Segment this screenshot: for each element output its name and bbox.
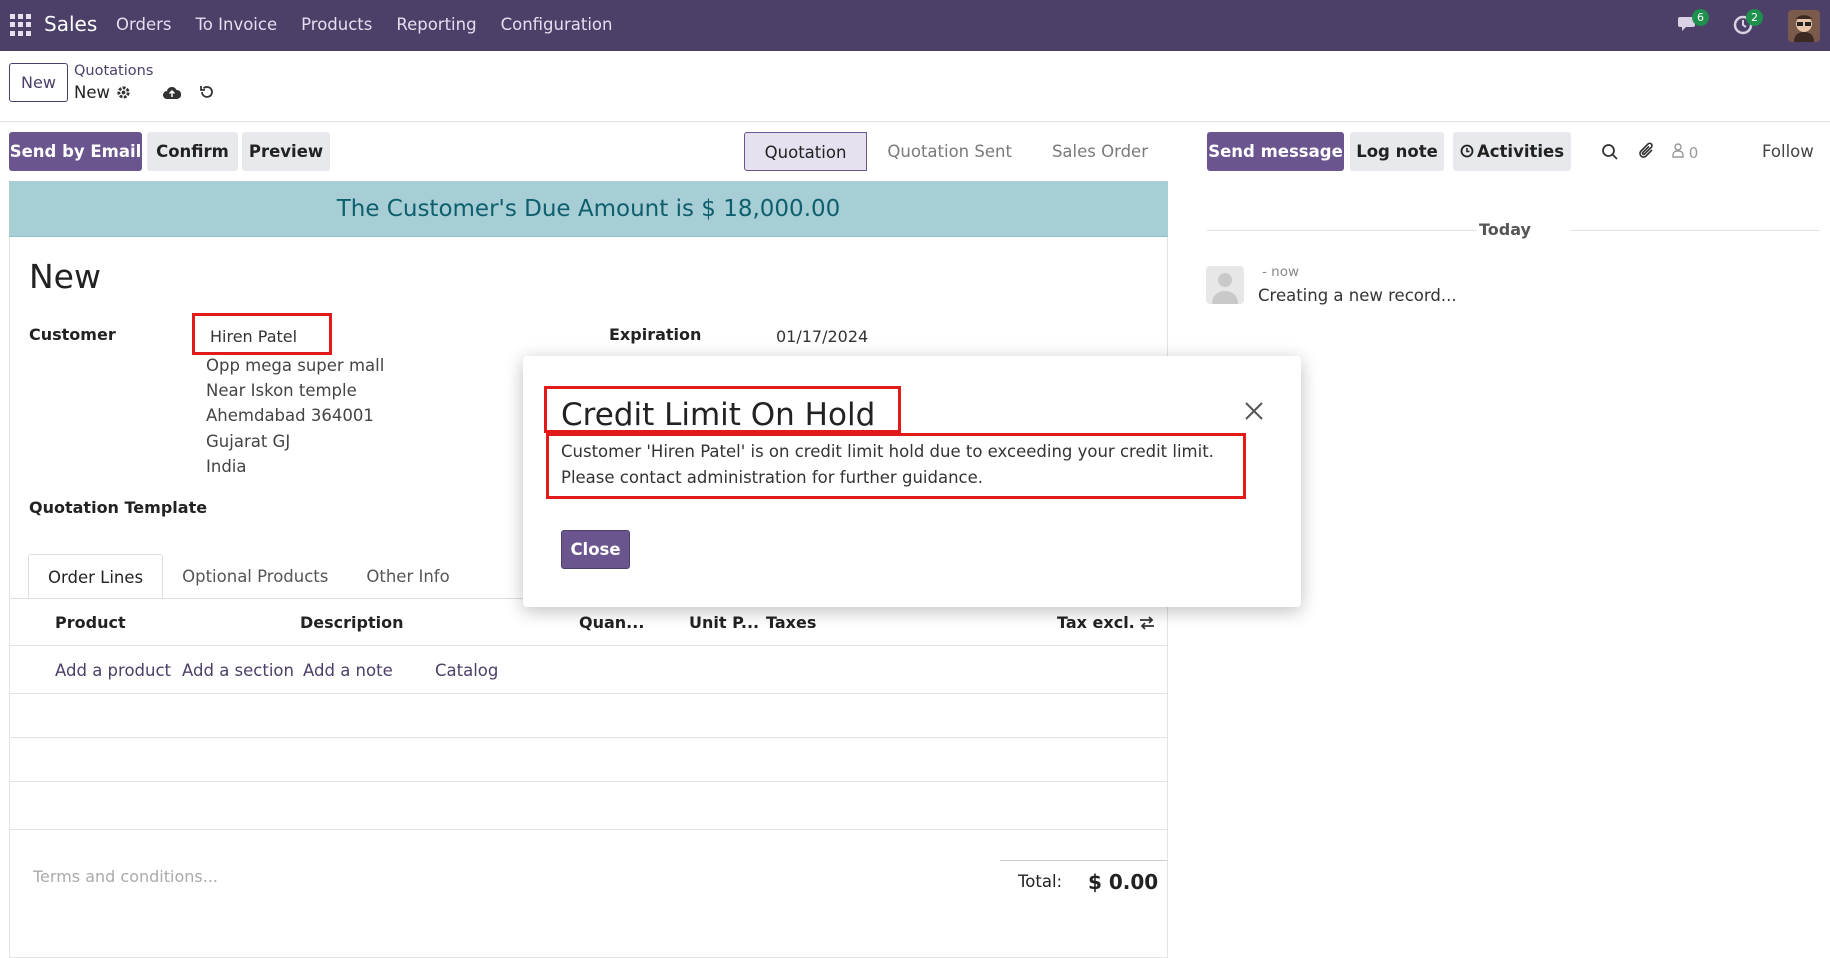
- col-quantity[interactable]: Quan...: [579, 613, 644, 632]
- add-product-link[interactable]: Add a product: [55, 661, 171, 680]
- due-amount-banner: The Customer's Due Amount is $ 18,000.00: [9, 181, 1168, 237]
- activities-clock-icon[interactable]: 2: [1732, 9, 1763, 36]
- dialog-title: Credit Limit On Hold: [561, 397, 876, 433]
- log-note-button[interactable]: Log note: [1350, 132, 1444, 171]
- terms-input[interactable]: Terms and conditions...: [33, 867, 218, 886]
- followers-button[interactable]: 0: [1672, 143, 1698, 162]
- menu-configuration[interactable]: Configuration: [501, 15, 613, 34]
- user-avatar[interactable]: [1788, 10, 1820, 42]
- total-value: $ 0.00: [1088, 870, 1159, 894]
- message-body: Creating a new record...: [1258, 286, 1457, 305]
- col-product[interactable]: Product: [55, 613, 126, 632]
- record-title: New: [29, 257, 101, 296]
- send-message-button[interactable]: Send message: [1207, 132, 1344, 171]
- optional-columns-toggle-icon[interactable]: [1138, 615, 1156, 635]
- breadcrumb-quotations[interactable]: Quotations: [74, 63, 153, 79]
- col-description[interactable]: Description: [300, 613, 403, 632]
- customer-name-field[interactable]: Hiren Patel: [210, 327, 297, 346]
- row-divider: [10, 645, 1167, 646]
- discard-undo-icon[interactable]: [199, 84, 215, 104]
- address-line: Opp mega super mall: [206, 356, 385, 375]
- customer-label: Customer: [29, 325, 116, 344]
- control-panel: New Quotations New: [0, 51, 1830, 122]
- followers-count: 0: [1688, 144, 1699, 162]
- tab-order-lines[interactable]: Order Lines: [28, 554, 164, 599]
- messages-badge: 6: [1692, 9, 1709, 26]
- credit-limit-dialog: Credit Limit On Hold Customer 'Hiren Pat…: [523, 356, 1301, 607]
- menu-reporting[interactable]: Reporting: [396, 15, 476, 34]
- confirm-button[interactable]: Confirm: [147, 132, 238, 171]
- address-line: Near Iskon temple: [206, 381, 357, 400]
- address-line: Ahemdabad 364001: [206, 406, 374, 425]
- status-bar: Send by Email Confirm Preview Quotation …: [0, 122, 1180, 179]
- new-button[interactable]: New: [9, 63, 68, 102]
- app-name[interactable]: Sales: [44, 12, 97, 36]
- message-timestamp: - now: [1262, 264, 1300, 280]
- add-note-link[interactable]: Add a note: [303, 661, 393, 680]
- col-tax-excl[interactable]: Tax excl.: [1057, 613, 1135, 632]
- col-unit-price[interactable]: Unit P...: [689, 613, 759, 632]
- notebook-tabs: Order Lines Optional Products Other Info: [28, 554, 469, 599]
- row-divider: [10, 737, 1167, 738]
- menu-to-invoice[interactable]: To Invoice: [196, 15, 278, 34]
- save-cloud-icon[interactable]: [163, 85, 182, 104]
- dialog-message: Customer 'Hiren Patel' is on credit limi…: [561, 442, 1214, 487]
- col-taxes[interactable]: Taxes: [766, 613, 816, 632]
- total-label: Total:: [1018, 872, 1063, 891]
- expiration-label: Expiration: [609, 325, 702, 344]
- catalog-link[interactable]: Catalog: [435, 661, 498, 680]
- dialog-close-button[interactable]: Close: [561, 530, 630, 569]
- menu-products[interactable]: Products: [301, 15, 372, 34]
- breadcrumb-current: New: [74, 83, 110, 102]
- messages-icon[interactable]: 6: [1678, 9, 1709, 36]
- menu-orders[interactable]: Orders: [116, 15, 172, 34]
- row-divider: [10, 693, 1167, 694]
- row-divider: [10, 829, 1167, 830]
- activities-label: Activities: [1476, 142, 1565, 161]
- user-icon: [1672, 143, 1689, 162]
- activities-button[interactable]: Activities: [1453, 132, 1571, 171]
- apps-grid-icon[interactable]: [10, 14, 32, 36]
- preview-button[interactable]: Preview: [242, 132, 330, 171]
- stage-pipeline: Quotation Quotation Sent Sales Order: [743, 132, 1168, 171]
- paperclip-icon[interactable]: [1638, 142, 1656, 164]
- address-line: Gujarat GJ: [206, 432, 291, 451]
- main-menu: Orders To Invoice Products Reporting Con…: [116, 15, 636, 34]
- record-actions: [116, 84, 215, 104]
- stage-sales-order[interactable]: Sales Order: [1032, 132, 1168, 171]
- clock-icon: [1460, 133, 1474, 172]
- total-divider: [1000, 860, 1167, 861]
- follow-button[interactable]: Follow: [1762, 142, 1814, 161]
- expiration-field[interactable]: 01/17/2024: [776, 327, 868, 346]
- add-section-link[interactable]: Add a section: [182, 661, 294, 680]
- message-author-avatar: [1206, 266, 1244, 304]
- send-by-email-button[interactable]: Send by Email: [9, 132, 142, 171]
- address-line: India: [206, 457, 247, 476]
- search-icon[interactable]: [1601, 143, 1619, 165]
- tab-optional-products[interactable]: Optional Products: [163, 554, 347, 599]
- gear-icon[interactable]: [116, 85, 131, 104]
- date-divider: [1570, 230, 1820, 231]
- row-divider: [10, 781, 1167, 782]
- close-icon[interactable]: [1244, 401, 1264, 421]
- stage-quotation-sent[interactable]: Quotation Sent: [867, 132, 1032, 171]
- quotation-template-label: Quotation Template: [29, 498, 208, 517]
- tab-other-info[interactable]: Other Info: [347, 554, 468, 599]
- stage-quotation[interactable]: Quotation: [743, 132, 868, 171]
- activities-badge: 2: [1746, 9, 1763, 26]
- top-navbar: Sales Orders To Invoice Products Reporti…: [0, 0, 1830, 51]
